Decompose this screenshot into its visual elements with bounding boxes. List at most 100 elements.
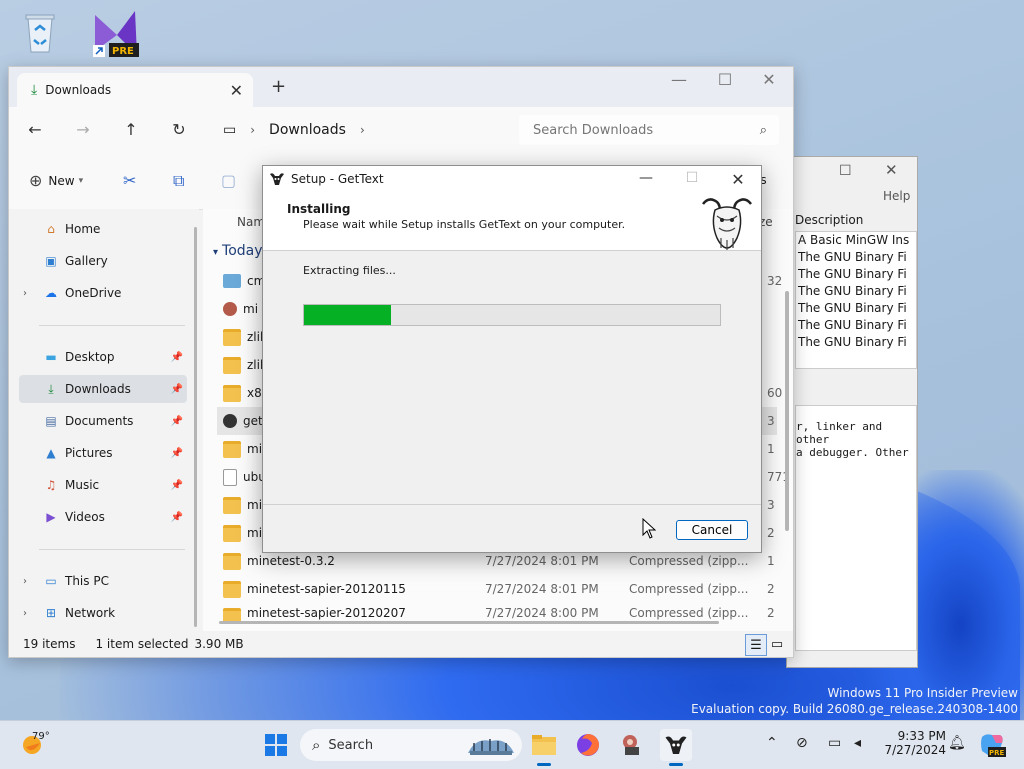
setup-title: Setup - GetText bbox=[291, 172, 384, 186]
column-header-name[interactable]: Nam bbox=[237, 215, 265, 229]
sidebar-item-downloads[interactable]: ⤓ Downloads 📌 bbox=[19, 375, 187, 403]
list-item[interactable]: The GNU Binary Fi bbox=[796, 300, 916, 317]
pin-icon[interactable]: 📌 bbox=[171, 416, 183, 427]
background-installer-window[interactable]: ☐ ✕ Help Description A Basic MinGW Ins T… bbox=[786, 156, 918, 668]
display-icon[interactable]: ▭ bbox=[828, 735, 841, 751]
table-row[interactable]: minetest-sapier-20120115 7/27/2024 8:01 … bbox=[217, 575, 777, 603]
list-item[interactable]: A Basic MinGW Ins bbox=[796, 232, 916, 249]
network-disconnected-icon[interactable]: ⊘ bbox=[796, 735, 808, 751]
file-explorer-taskbar-icon[interactable] bbox=[528, 729, 560, 761]
file-type: Compressed (zipp... bbox=[629, 582, 749, 596]
install-progress-bar bbox=[303, 304, 721, 326]
back-icon[interactable]: ← bbox=[23, 120, 47, 139]
up-icon[interactable]: ↑ bbox=[119, 120, 143, 139]
clock-time: 9:33 PM bbox=[897, 729, 946, 743]
file-name: minetest-sapier-20120115 bbox=[247, 582, 406, 596]
gettext-setup-taskbar-icon[interactable] bbox=[660, 729, 692, 761]
sidebar-item-documents[interactable]: ▤ Documents 📌 bbox=[19, 407, 187, 435]
sidebar-item-gallery[interactable]: ▣ Gallery bbox=[19, 247, 187, 275]
cut-icon[interactable]: ✂ bbox=[123, 171, 136, 190]
sidebar-item-music[interactable]: ♫ Music 📌 bbox=[19, 471, 187, 499]
firefox-icon[interactable] bbox=[572, 729, 604, 761]
horizontal-scrollbar[interactable] bbox=[219, 621, 719, 624]
sidebar-item-videos[interactable]: ▶ Videos 📌 bbox=[19, 503, 187, 531]
cancel-button[interactable]: Cancel bbox=[676, 520, 748, 540]
volume-icon[interactable]: ◂ bbox=[854, 735, 861, 751]
list-item[interactable]: The GNU Binary Fi bbox=[796, 283, 916, 300]
system-clock[interactable]: 9:33 PM 7/27/2024 bbox=[876, 729, 946, 757]
chevron-up-icon[interactable]: ⌃ bbox=[766, 735, 778, 751]
bg-package-list[interactable]: A Basic MinGW Ins The GNU Binary Fi The … bbox=[795, 231, 917, 369]
sidebar-item-label: OneDrive bbox=[65, 286, 122, 300]
forward-icon[interactable]: → bbox=[71, 120, 95, 139]
bg-column-description[interactable]: Description bbox=[795, 213, 863, 227]
close-icon[interactable]: ✕ bbox=[749, 70, 789, 89]
weather-widget[interactable]: 79° bbox=[20, 729, 80, 761]
minimize-icon[interactable]: — bbox=[631, 170, 661, 186]
copy-icon[interactable]: ⧉ bbox=[173, 171, 184, 191]
sidebar-item-home[interactable]: ⌂ Home bbox=[19, 215, 187, 243]
close-tab-icon[interactable]: ✕ bbox=[230, 81, 243, 100]
list-item[interactable]: The GNU Binary Fi bbox=[796, 334, 916, 351]
setup-dialog[interactable]: Setup - GetText — ☐ ✕ Installing Please … bbox=[262, 165, 762, 553]
bg-desc-line: a debugger. Other bbox=[796, 446, 909, 459]
bg-maximize-icon[interactable]: ☐ bbox=[839, 163, 852, 179]
maximize-icon[interactable]: ☐ bbox=[705, 70, 745, 89]
copilot-icon[interactable]: PRE bbox=[976, 729, 1008, 761]
bg-close-icon[interactable]: ✕ bbox=[885, 161, 898, 179]
taskbar-search[interactable]: ⌕ Search bbox=[300, 729, 522, 761]
vertical-scrollbar[interactable] bbox=[785, 291, 789, 531]
sidebar-item-this-pc[interactable]: › ▭ This PC bbox=[19, 567, 187, 595]
home-icon: ⌂ bbox=[47, 222, 55, 236]
chevron-right-icon[interactable]: › bbox=[23, 608, 27, 619]
list-item[interactable]: The GNU Binary Fi bbox=[796, 249, 916, 266]
pin-icon[interactable]: 📌 bbox=[171, 448, 183, 459]
chevron-right-icon[interactable]: › bbox=[360, 123, 365, 137]
minimize-icon[interactable]: — bbox=[659, 70, 699, 89]
chevron-right-icon[interactable]: › bbox=[250, 123, 255, 137]
zip-folder-icon bbox=[223, 552, 241, 570]
maximize-icon[interactable]: ☐ bbox=[677, 170, 707, 186]
pictures-icon: ▲ bbox=[46, 446, 56, 460]
new-button[interactable]: ⊕ New ▾ bbox=[29, 171, 83, 190]
pin-icon[interactable]: 📌 bbox=[171, 384, 183, 395]
address-location[interactable]: Downloads bbox=[269, 122, 346, 138]
search-input[interactable] bbox=[531, 121, 735, 139]
bg-menu-help[interactable]: Help bbox=[883, 189, 910, 203]
tab-downloads[interactable]: ⤓ Downloads ✕ bbox=[17, 73, 253, 107]
pin-icon[interactable]: 📌 bbox=[171, 480, 183, 491]
close-icon[interactable]: ✕ bbox=[723, 170, 753, 189]
sidebar-item-network[interactable]: › ⊞ Network bbox=[19, 599, 187, 627]
start-button[interactable] bbox=[260, 729, 292, 761]
table-row[interactable]: minetest-sapier-20120207 7/27/2024 8:00 … bbox=[217, 603, 777, 623]
chevron-down-icon: ▾ bbox=[213, 247, 219, 258]
refresh-icon[interactable]: ↻ bbox=[167, 120, 191, 139]
search-box[interactable]: ⌕ bbox=[519, 115, 779, 145]
visual-studio-icon[interactable]: PRE bbox=[88, 4, 144, 60]
new-tab-icon[interactable]: + bbox=[271, 76, 286, 97]
setup-title-bar[interactable]: Setup - GetText — ☐ ✕ bbox=[263, 166, 761, 192]
search-highlight-icon bbox=[466, 733, 516, 757]
list-item[interactable]: The GNU Binary Fi bbox=[796, 317, 916, 334]
search-icon[interactable]: ⌕ bbox=[760, 123, 767, 138]
status-bar: 19 items 1 item selected 3.90 MB ☰ ▭ bbox=[9, 631, 793, 657]
installer-taskbar-icon[interactable] bbox=[616, 729, 648, 761]
bell-icon[interactable]: 🔔︎ bbox=[948, 735, 966, 751]
group-header-today[interactable]: ▾ Today bbox=[213, 243, 263, 259]
sidebar-item-pictures[interactable]: ▲ Pictures 📌 bbox=[19, 439, 187, 467]
address-field[interactable]: ▭ › Downloads › bbox=[211, 115, 507, 145]
zip-folder-icon bbox=[223, 440, 241, 458]
pin-icon[interactable]: 📌 bbox=[171, 352, 183, 363]
recycle-bin-icon[interactable] bbox=[12, 4, 68, 60]
details-view-icon[interactable]: ☰ bbox=[745, 634, 767, 656]
sidebar-item-onedrive[interactable]: › ☁ OneDrive bbox=[19, 279, 187, 307]
chevron-right-icon[interactable]: › bbox=[23, 288, 27, 299]
zip-folder-icon bbox=[223, 524, 241, 542]
list-item[interactable]: The GNU Binary Fi bbox=[796, 266, 916, 283]
nav-scrollbar[interactable] bbox=[194, 227, 197, 627]
pin-icon[interactable]: 📌 bbox=[171, 512, 183, 523]
paste-icon[interactable]: ▢ bbox=[221, 171, 236, 190]
sidebar-item-desktop[interactable]: ▬ Desktop 📌 bbox=[19, 343, 187, 371]
chevron-right-icon[interactable]: › bbox=[23, 576, 27, 587]
tiles-view-icon[interactable]: ▭ bbox=[767, 634, 787, 654]
